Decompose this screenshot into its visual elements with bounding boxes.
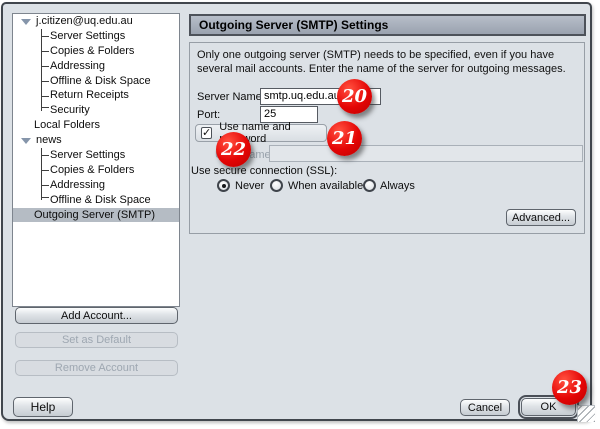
tree-item-label: Offline & Disk Space [50, 74, 151, 89]
smtp-description: Only one outgoing server (SMTP) needs to… [197, 48, 583, 77]
remove-account-button: Remove Account [15, 360, 178, 376]
ssl-radio-when-available[interactable] [270, 179, 283, 192]
ssl-radio-always[interactable] [363, 179, 376, 192]
tree-item-label: Return Receipts [50, 88, 129, 103]
twisty-open-icon[interactable] [21, 19, 31, 25]
use-name-password-checkbox[interactable]: ✓ Use name and password [195, 124, 327, 142]
twisty-open-icon[interactable] [21, 138, 31, 144]
tree-item-news-copies-folders[interactable]: Copies & Folders [13, 163, 179, 178]
tree-item-offline-disk-space[interactable]: Offline & Disk Space [13, 74, 179, 89]
tree-item-label: Addressing [50, 59, 105, 74]
tree-line [41, 193, 50, 201]
tree-item-label: Server Settings [50, 148, 125, 163]
user-name-input [269, 145, 583, 162]
tree-item-news-offline-disk-space[interactable]: Offline & Disk Space [13, 193, 179, 208]
tree-item-label: Copies & Folders [50, 44, 134, 59]
tree-item-label: Copies & Folders [50, 163, 134, 178]
server-name-label: Server Name: [197, 91, 265, 103]
tree-item-security[interactable]: Security [13, 103, 179, 118]
tree-line [41, 44, 50, 59]
annotation-badge-22: 22 [216, 132, 251, 167]
ssl-radio-when-available-label[interactable]: When available [288, 180, 363, 192]
set-as-default-button: Set as Default [15, 332, 178, 348]
ssl-radio-never-label[interactable]: Never [235, 180, 264, 192]
tree-item-label: news [36, 133, 62, 148]
tree-item-label: Offline & Disk Space [50, 193, 151, 208]
cancel-button[interactable]: Cancel [460, 399, 510, 416]
account-tree[interactable]: j.citizen@uq.edu.au Server Settings Copi… [12, 13, 180, 307]
tree-item-label: j.citizen@uq.edu.au [36, 14, 133, 29]
ssl-label: Use secure connection (SSL): [191, 165, 337, 177]
tree-line [41, 29, 50, 44]
ssl-radio-always-label[interactable]: Always [380, 180, 415, 192]
tree-item-news-root[interactable]: news [13, 133, 179, 148]
tree-line [41, 74, 50, 89]
tree-item-label: Outgoing Server (SMTP) [34, 208, 155, 223]
add-account-button[interactable]: Add Account... [15, 307, 178, 324]
advanced-button[interactable]: Advanced... [506, 209, 576, 226]
tree-item-news-server-settings[interactable]: Server Settings [13, 148, 179, 163]
tree-item-account-root[interactable]: j.citizen@uq.edu.au [13, 14, 179, 29]
tree-item-label: Local Folders [34, 118, 100, 133]
port-label: Port: [197, 109, 220, 121]
resize-grip[interactable] [577, 405, 595, 422]
account-settings-dialog: j.citizen@uq.edu.au Server Settings Copi… [1, 2, 592, 421]
help-button[interactable]: Help [13, 397, 73, 417]
annotation-badge-23: 23 [552, 370, 587, 405]
panel-header: Outgoing Server (SMTP) Settings [189, 14, 586, 36]
panel-title: Outgoing Server (SMTP) Settings [199, 18, 388, 32]
tree-item-server-settings[interactable]: Server Settings [13, 29, 179, 44]
annotation-badge-21: 21 [327, 121, 362, 156]
tree-line [41, 88, 50, 103]
ssl-radio-never[interactable] [217, 179, 230, 192]
checkbox-checked-icon[interactable]: ✓ [201, 127, 212, 139]
tree-line [41, 178, 50, 193]
tree-line [41, 103, 50, 111]
tree-line [41, 163, 50, 178]
tree-item-return-receipts[interactable]: Return Receipts [13, 88, 179, 103]
tree-item-label: Security [50, 103, 90, 118]
radio-dot-icon [222, 184, 226, 188]
tree-item-news-addressing[interactable]: Addressing [13, 178, 179, 193]
tree-item-label: Addressing [50, 178, 105, 193]
tree-item-addressing[interactable]: Addressing [13, 59, 179, 74]
annotation-badge-20: 20 [337, 79, 372, 114]
tree-item-outgoing-server-smtp[interactable]: Outgoing Server (SMTP) [13, 208, 179, 223]
tree-line [41, 59, 50, 74]
tree-item-copies-folders[interactable]: Copies & Folders [13, 44, 179, 59]
tree-item-label: Server Settings [50, 29, 125, 44]
tree-line [41, 148, 50, 163]
tree-item-local-folders[interactable]: Local Folders [13, 118, 179, 133]
screenshot-stage: j.citizen@uq.edu.au Server Settings Copi… [0, 0, 600, 429]
